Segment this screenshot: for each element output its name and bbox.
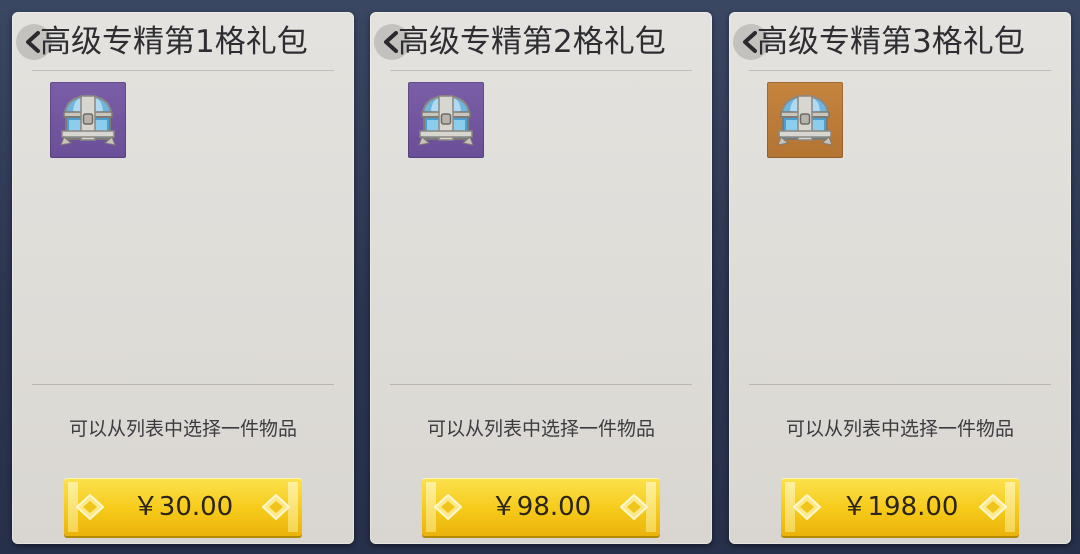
treasure-chest-icon (772, 87, 838, 153)
gift-pack-card: 高级专精第3格礼包 可以从列表中选择一件物品 ￥198.00 (729, 12, 1071, 544)
treasure-chest-icon (413, 87, 479, 153)
card-header: 高级专精第1格礼包 (12, 12, 354, 72)
card-header: 高级专精第3格礼包 (729, 12, 1071, 72)
divider (749, 70, 1051, 71)
pack-title: 高级专精第2格礼包 (398, 24, 666, 60)
pack-title: 高级专精第1格礼包 (40, 24, 308, 60)
item-slot[interactable] (767, 82, 843, 158)
pack-description: 可以从列表中选择一件物品 (68, 418, 297, 440)
pack-title: 高级专精第3格礼包 (757, 24, 1025, 60)
purchase-button[interactable]: ￥98.00 (422, 478, 660, 536)
divider (390, 70, 692, 71)
pack-description: 可以从列表中选择一件物品 (785, 418, 1014, 440)
gift-pack-card: 高级专精第2格礼包 可以从列表中选择一件物品 ￥98.00 (370, 12, 712, 544)
price-label: ￥30.00 (132, 492, 234, 522)
divider (749, 384, 1051, 385)
item-list-area (390, 162, 692, 382)
divider (32, 384, 334, 385)
item-slot[interactable] (50, 82, 126, 158)
item-list-area (749, 162, 1051, 382)
divider (390, 384, 692, 385)
card-header: 高级专精第2格礼包 (370, 12, 712, 72)
divider (32, 70, 334, 71)
pack-description: 可以从列表中选择一件物品 (426, 418, 655, 440)
gift-pack-list: 高级专精第1格礼包 可以从列表中选择一件物品 ￥30.00 高级专精第2格礼包 (0, 0, 1080, 554)
item-list-area (32, 162, 334, 382)
price-label: ￥98.00 (490, 492, 592, 522)
price-label: ￥198.00 (841, 492, 959, 522)
item-slot[interactable] (408, 82, 484, 158)
treasure-chest-icon (55, 87, 121, 153)
purchase-button[interactable]: ￥30.00 (64, 478, 302, 536)
gift-pack-card: 高级专精第1格礼包 可以从列表中选择一件物品 ￥30.00 (12, 12, 354, 544)
purchase-button[interactable]: ￥198.00 (781, 478, 1019, 536)
